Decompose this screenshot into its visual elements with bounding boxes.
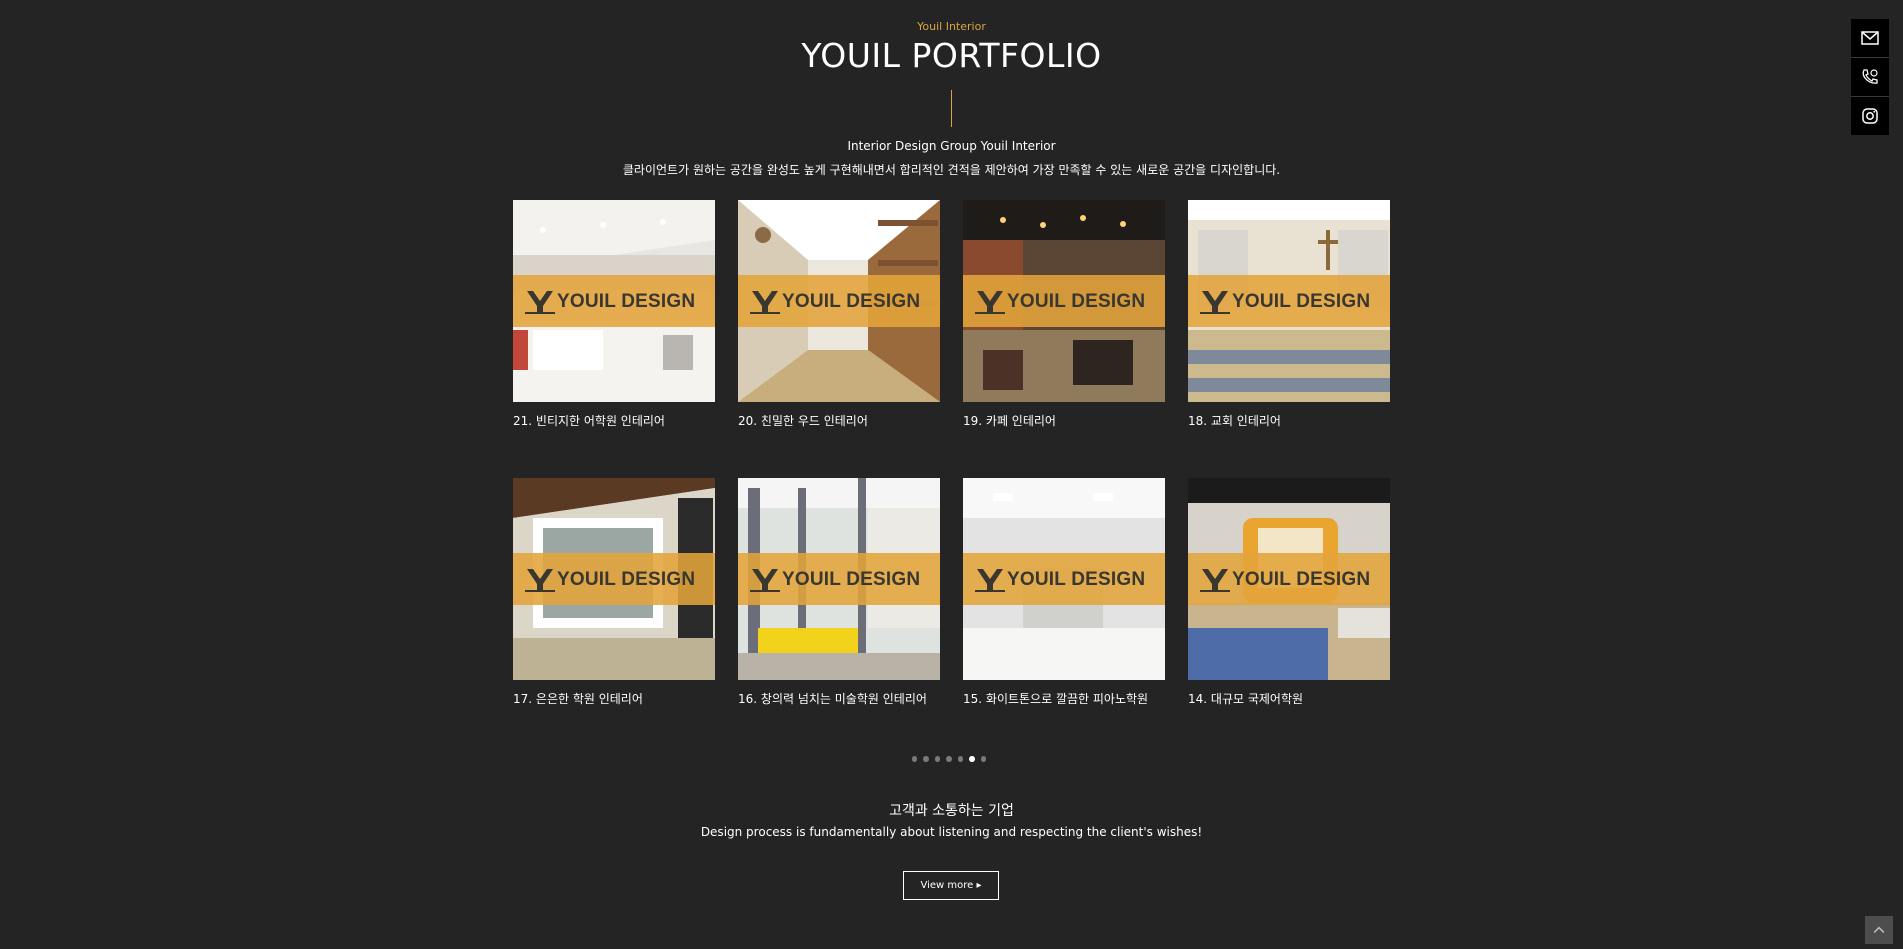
- portfolio-thumbnail[interactable]: YOUIL DESIGN: [513, 478, 715, 680]
- pagination-dot-6[interactable]: [969, 756, 975, 762]
- portfolio-thumbnail[interactable]: YOUIL DESIGN: [963, 200, 1165, 402]
- subtitle-korean: 클라이언트가 원하는 공간을 완성도 높게 구현해내면서 합리적인 견적을 제안…: [622, 163, 1281, 177]
- watermark-logo: YOUIL DESIGN: [525, 566, 715, 594]
- pagination-dot-3[interactable]: [934, 756, 941, 762]
- watermark-logo: YOUIL DESIGN: [1200, 566, 1390, 594]
- bottom-title: 고객과 소통하는 기업: [889, 803, 1014, 819]
- portfolio-card[interactable]: YOUIL DESIGN 21. 빈티지한 어학원 인테리어: [513, 200, 715, 428]
- view-more-button[interactable]: View more ▸: [903, 871, 999, 900]
- portfolio-card[interactable]: YOUIL DESIGN 16. 창의력 넘치는 미술학원 인테리어: [738, 478, 940, 706]
- youil-logo-icon: [525, 569, 555, 592]
- portfolio-thumbnail[interactable]: YOUIL DESIGN: [738, 478, 940, 680]
- youil-logo-icon: [750, 291, 780, 314]
- watermark-logo: YOUIL DESIGN: [750, 288, 940, 316]
- phone-button[interactable]: [1851, 58, 1889, 97]
- portfolio-caption[interactable]: 21. 빈티지한 어학원 인테리어: [513, 412, 743, 429]
- youil-logo-icon: [1200, 291, 1230, 314]
- scroll-to-top-button[interactable]: [1865, 916, 1893, 944]
- phone-icon: [1862, 69, 1878, 84]
- portfolio-card[interactable]: YOUIL DESIGN 18. 교회 인테리어: [1188, 200, 1390, 428]
- instagram-button[interactable]: [1851, 97, 1889, 135]
- watermark-logo: YOUIL DESIGN: [525, 288, 715, 316]
- pagination-dot-4[interactable]: [946, 756, 952, 762]
- pagination-dot-2[interactable]: [923, 756, 929, 762]
- portfolio-card[interactable]: YOUIL DESIGN 20. 친밀한 우드 인테리어: [738, 200, 940, 428]
- portfolio-caption[interactable]: 18. 교회 인테리어: [1188, 412, 1418, 429]
- youil-logo-icon: [975, 291, 1005, 314]
- portfolio-thumbnail[interactable]: YOUIL DESIGN: [963, 478, 1165, 680]
- watermark-logo: YOUIL DESIGN: [750, 566, 940, 594]
- portfolio-thumbnail[interactable]: YOUIL DESIGN: [738, 200, 940, 402]
- bottom-subtitle: Design process is fundamentally about li…: [700, 825, 1203, 839]
- pagination-dot-1[interactable]: [912, 756, 918, 762]
- portfolio-card[interactable]: YOUIL DESIGN 17. 은은한 학원 인테리어: [513, 478, 715, 706]
- portfolio-page: Youil Interior YOUIL PORTFOLIO Interior …: [0, 0, 1903, 949]
- portfolio-caption[interactable]: 16. 창의력 넘치는 미술학원 인테리어: [738, 690, 968, 707]
- watermark-logo: YOUIL DESIGN: [975, 288, 1165, 316]
- section-eyebrow: Youil Interior: [917, 20, 986, 33]
- portfolio-caption[interactable]: 15. 화이트톤으로 깔끔한 피아노학원: [963, 690, 1193, 707]
- quick-contact-bar: [1851, 19, 1889, 135]
- portfolio-thumbnail[interactable]: YOUIL DESIGN: [513, 200, 715, 402]
- youil-logo-icon: [750, 569, 780, 592]
- portfolio-caption[interactable]: 14. 대규모 국제어학원: [1188, 690, 1418, 707]
- portfolio-thumbnail[interactable]: YOUIL DESIGN: [1188, 200, 1390, 402]
- youil-logo-icon: [525, 291, 555, 314]
- watermark-logo: YOUIL DESIGN: [975, 566, 1165, 594]
- portfolio-caption[interactable]: 20. 친밀한 우드 인테리어: [738, 412, 968, 429]
- mail-button[interactable]: [1851, 19, 1889, 58]
- youil-logo-icon: [975, 569, 1005, 592]
- portfolio-thumbnail[interactable]: YOUIL DESIGN: [1188, 478, 1390, 680]
- portfolio-card[interactable]: YOUIL DESIGN 15. 화이트톤으로 깔끔한 피아노학원: [963, 478, 1165, 706]
- youil-logo-icon: [1200, 569, 1230, 592]
- pagination-dot-7[interactable]: [980, 756, 986, 762]
- watermark-logo: YOUIL DESIGN: [1200, 288, 1390, 316]
- pagination-dot-5[interactable]: [957, 756, 964, 762]
- portfolio-card[interactable]: YOUIL DESIGN 19. 카페 인테리어: [963, 200, 1165, 428]
- pagination-dots: [912, 756, 992, 764]
- title-divider: [951, 90, 952, 127]
- portfolio-caption[interactable]: 17. 은은한 학원 인테리어: [513, 690, 743, 707]
- portfolio-card[interactable]: YOUIL DESIGN 14. 대규모 국제어학원: [1188, 478, 1390, 706]
- mail-icon: [1861, 31, 1879, 45]
- page-title: YOUIL PORTFOLIO: [801, 36, 1102, 75]
- portfolio-caption[interactable]: 19. 카페 인테리어: [963, 412, 1193, 429]
- chevron-up-icon: [1873, 926, 1885, 933]
- instagram-icon: [1862, 108, 1878, 124]
- subtitle-english: Interior Design Group Youil Interior: [847, 139, 1056, 153]
